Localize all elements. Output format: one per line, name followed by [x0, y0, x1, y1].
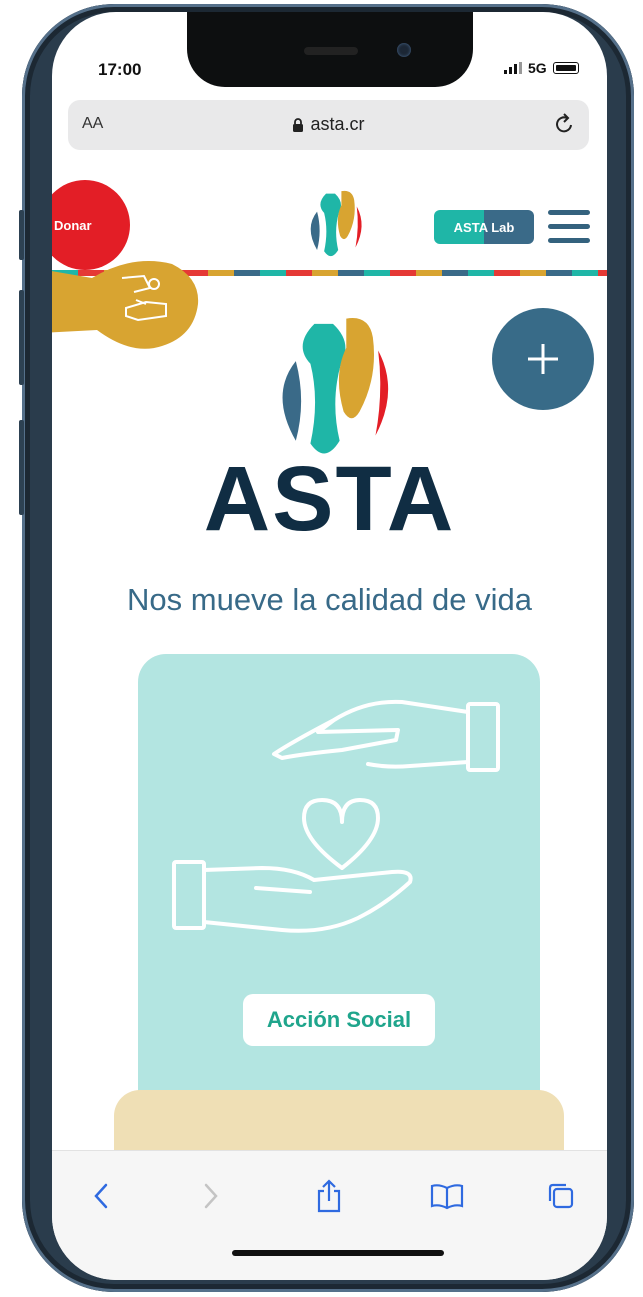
asta-lab-button[interactable]: ASTA Lab	[434, 210, 534, 244]
status-time: 17:00	[98, 60, 142, 79]
share-button[interactable]	[304, 1173, 354, 1219]
hamburger-menu-icon[interactable]	[548, 210, 590, 244]
speaker	[304, 47, 358, 55]
next-card[interactable]	[114, 1090, 564, 1150]
plus-button[interactable]	[492, 308, 594, 410]
tabs-button[interactable]	[536, 1173, 586, 1219]
front-camera	[397, 43, 411, 57]
tagline: Nos mueve la calidad de vida	[127, 582, 532, 617]
status-indicators: 5G	[504, 60, 579, 76]
address-bar[interactable]: AA asta.cr	[68, 100, 589, 150]
mute-switch	[19, 210, 24, 260]
volume-up-button	[19, 290, 24, 385]
caring-hands-heart-icon	[172, 699, 500, 933]
reload-icon[interactable]	[553, 112, 575, 136]
network-type: 5G	[528, 60, 547, 76]
home-indicator[interactable]	[232, 1250, 444, 1256]
tabs-icon	[548, 1183, 574, 1209]
plus-icon	[528, 344, 558, 374]
signal-icon	[504, 62, 522, 74]
bookmarks-icon	[430, 1184, 464, 1210]
accion-social-button[interactable]: Acción Social	[243, 994, 435, 1046]
brand-name: ASTA	[203, 448, 456, 550]
back-button[interactable]	[76, 1173, 126, 1219]
url-display[interactable]: asta.cr	[68, 114, 589, 135]
forward-button[interactable]	[186, 1173, 236, 1219]
url-text: asta.cr	[310, 114, 365, 134]
bookmarks-button[interactable]	[422, 1173, 472, 1219]
browser-toolbar	[52, 1150, 607, 1280]
battery-icon	[552, 62, 579, 74]
back-icon	[94, 1183, 108, 1209]
volume-down-button	[19, 420, 24, 515]
phone-screen: 17:00 5G AA asta.cr Donar ASTA Lab ASTA …	[52, 12, 607, 1280]
asta-logo-small[interactable]	[303, 186, 367, 266]
notch	[187, 12, 473, 87]
lock-icon	[293, 117, 304, 132]
share-icon	[317, 1179, 341, 1213]
forward-icon	[204, 1183, 218, 1209]
web-page: Donar ASTA Lab ASTA Nos mueve la calidad…	[52, 162, 607, 1150]
accion-social-card[interactable]: Acción Social	[138, 654, 540, 1124]
